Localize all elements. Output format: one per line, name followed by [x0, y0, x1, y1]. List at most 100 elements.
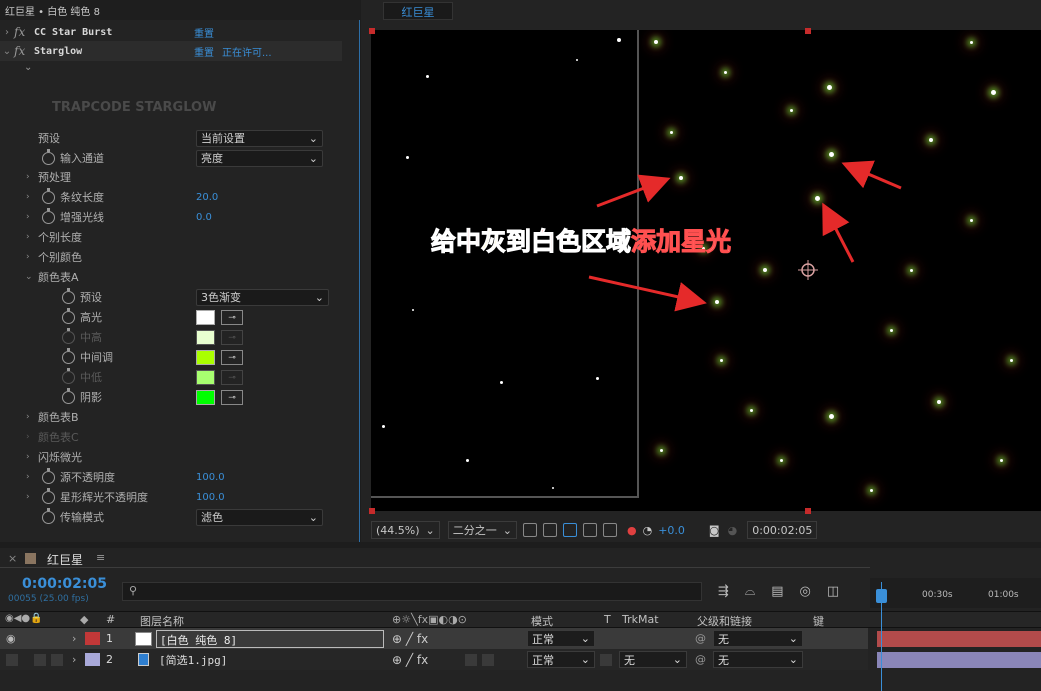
graph-editor-icon[interactable]: ◫ — [827, 584, 839, 599]
reset-link[interactable]: 重置 — [194, 25, 214, 40]
layer-name[interactable]: [简选1.jpg] — [159, 652, 227, 668]
starglow-opacity-value[interactable]: 100.0 — [196, 492, 225, 503]
label-color-swatch[interactable] — [85, 632, 100, 645]
motion-blur-icon[interactable]: ◎ — [800, 584, 811, 599]
chevron-down-icon[interactable]: ⌄ — [0, 46, 14, 57]
grid-icon[interactable] — [602, 523, 617, 537]
stopwatch-icon[interactable] — [42, 148, 55, 165]
bounding-handle[interactable] — [369, 28, 375, 34]
chevron-right-icon[interactable]: › — [26, 472, 30, 482]
stopwatch-icon[interactable] — [62, 387, 75, 404]
tab-composition[interactable]: 红巨星 — [383, 2, 453, 20]
eye-icon[interactable]: ◉ — [6, 632, 16, 645]
switch-box[interactable] — [482, 632, 494, 645]
param-individual-colors[interactable]: › 个别颜色 — [0, 247, 342, 267]
lock-toggle[interactable] — [51, 632, 63, 645]
trkmat-dropdown[interactable]: 无 ⌄ — [619, 651, 687, 668]
preset-dropdown[interactable]: 当前设置 ⌄ — [196, 129, 323, 147]
playhead-handle[interactable] — [876, 589, 887, 603]
effect-cc-star-burst[interactable]: › fx CC Star Burst 重置 — [0, 22, 342, 42]
pickwhip-icon[interactable]: @ — [695, 632, 706, 645]
chevron-right-icon[interactable]: › — [72, 632, 76, 645]
shadows-color-swatch[interactable] — [196, 390, 215, 405]
chevron-right-icon[interactable]: › — [26, 192, 30, 202]
bounding-handle[interactable] — [805, 28, 811, 34]
input-channel-dropdown[interactable]: 亮度 ⌄ — [196, 149, 323, 167]
param-starglow-opacity[interactable]: › 星形辉光不透明度 100.0 — [0, 487, 342, 507]
chevron-right-icon[interactable]: › — [26, 232, 30, 242]
layer-duration-bar[interactable] — [877, 652, 1041, 668]
param-colormap-b[interactable]: › 颜色表B — [0, 407, 342, 427]
solo-toggle[interactable] — [34, 632, 46, 645]
chevron-right-icon[interactable]: › — [26, 452, 30, 462]
param-shadows[interactable]: 阴影 ⊸ — [0, 387, 342, 407]
param-source-opacity[interactable]: › 源不透明度 100.0 — [0, 467, 342, 487]
color-channels-icon[interactable]: ● — [627, 524, 637, 537]
param-streak-length[interactable]: › 条纹长度 20.0 — [0, 187, 342, 207]
stopwatch-icon[interactable] — [62, 347, 75, 364]
camera-snapshot-icon[interactable]: ◙ — [709, 524, 720, 537]
show-snapshot-icon[interactable]: ◕ — [728, 524, 738, 537]
param-highlights[interactable]: 高光 ⊸ — [0, 307, 342, 327]
switch-box[interactable] — [465, 653, 477, 666]
label-color-swatch[interactable] — [85, 653, 100, 666]
fx-icon[interactable]: fx — [14, 25, 34, 39]
stopwatch-icon[interactable] — [62, 307, 75, 324]
reset-link[interactable]: 重置 — [194, 44, 214, 59]
effect-starglow[interactable]: ⌄ fx Starglow 重置 正在许可... — [0, 41, 342, 61]
stopwatch-icon[interactable] — [42, 487, 55, 504]
search-input[interactable]: ⚲ — [122, 582, 702, 601]
eyedropper-icon[interactable]: ⊸ — [221, 390, 243, 405]
colormap-preset-dropdown[interactable]: 3色渐变 ⌄ — [196, 288, 329, 306]
chevron-down-icon[interactable]: ⌄ — [25, 272, 33, 282]
param-midtones[interactable]: 中间调 ⊸ — [0, 347, 342, 367]
chevron-right-icon[interactable]: › — [26, 492, 30, 502]
tab-timeline-comp[interactable]: 红巨星 — [47, 551, 83, 568]
layer-duration-bar[interactable] — [877, 631, 1041, 647]
chevron-right-icon[interactable]: › — [26, 212, 30, 222]
preserve-transparency-toggle[interactable] — [600, 653, 612, 666]
bounding-handle[interactable] — [369, 508, 375, 514]
chevron-right-icon[interactable]: › — [72, 653, 76, 666]
fx-icon[interactable]: fx — [14, 44, 34, 58]
parent-dropdown[interactable]: 无 ⌄ — [713, 651, 803, 668]
transparency-grid-icon[interactable] — [542, 523, 557, 537]
param-input-channel[interactable]: 输入通道 亮度 ⌄ — [0, 148, 342, 168]
source-opacity-value[interactable]: 100.0 — [196, 472, 225, 483]
layer-name-field[interactable]: [白色 纯色 8] — [156, 629, 384, 648]
param-colormap-a-preset[interactable]: 预设 3色渐变 ⌄ — [0, 287, 342, 307]
layer-row[interactable]: ◉ › 1 [白色 纯色 8] ⊕ ╱ fx 正常 ⌄ @ 无 ⌄ — [0, 628, 868, 649]
stopwatch-icon[interactable] — [62, 287, 75, 304]
snapshot-region-icon[interactable] — [522, 523, 537, 537]
chevron-right-icon[interactable]: › — [26, 412, 30, 422]
param-preset[interactable]: 预设 当前设置 ⌄ — [0, 128, 342, 148]
chevron-right-icon[interactable]: › — [26, 252, 30, 262]
solo-toggle[interactable] — [34, 653, 46, 666]
video-toggle[interactable] — [6, 653, 18, 666]
mode-dropdown[interactable]: 正常 ⌄ — [527, 630, 595, 647]
streak-length-value[interactable]: 20.0 — [196, 192, 218, 203]
midtones-color-swatch[interactable] — [196, 350, 215, 365]
param-individual-lengths[interactable]: › 个别长度 — [0, 227, 342, 247]
mask-path-icon[interactable] — [562, 523, 577, 537]
param-preprocess[interactable]: › 预处理 — [0, 167, 342, 187]
stopwatch-icon[interactable] — [42, 187, 55, 204]
frame-blending-icon[interactable]: ▤ — [771, 584, 783, 599]
time-ruler[interactable]: 0s 00:30s 01:00s — [870, 578, 1041, 608]
safe-margins-icon[interactable] — [582, 523, 597, 537]
chevron-down-icon[interactable]: ⌄ — [24, 62, 32, 73]
composition-canvas[interactable]: 给中灰到白色区域添加星光 — [371, 30, 1041, 511]
switch-box[interactable] — [465, 632, 477, 645]
lock-toggle[interactable] — [51, 653, 63, 666]
exposure-value[interactable]: +0.0 — [658, 524, 685, 537]
menu-icon[interactable]: ≡ — [96, 551, 105, 564]
close-icon[interactable]: × — [8, 552, 17, 565]
license-status[interactable]: 正在许可... — [222, 44, 272, 59]
eyedropper-icon[interactable]: ⊸ — [221, 350, 243, 365]
bounding-handle[interactable] — [805, 508, 811, 514]
transfer-mode-dropdown[interactable]: 滤色 ⌄ — [196, 508, 323, 526]
eyedropper-icon[interactable]: ⊸ — [221, 310, 243, 325]
current-time-display[interactable]: 0:00:02:05 — [747, 521, 818, 539]
stopwatch-icon[interactable] — [42, 467, 55, 484]
highlights-color-swatch[interactable] — [196, 310, 215, 325]
